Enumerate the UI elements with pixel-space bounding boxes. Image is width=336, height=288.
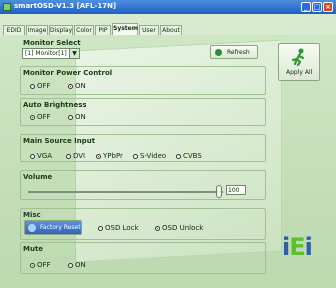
monitor-select-value: [1] Monitor[1]	[25, 50, 67, 57]
mute-group	[20, 242, 266, 274]
radio-dot	[133, 153, 138, 159]
source-svideo-radio[interactable]: S-Video	[133, 152, 166, 160]
auto-brightness-on-radio[interactable]: ON	[68, 113, 86, 121]
tab-color[interactable]: Color	[74, 25, 94, 35]
volume-slider-thumb[interactable]	[216, 185, 222, 198]
minimize-button[interactable]: _	[301, 2, 311, 12]
monitor-select-dropdown[interactable]: [1] Monitor[1] ▼	[22, 48, 80, 59]
mute-on-radio[interactable]: ON	[68, 261, 86, 269]
radio-dot	[66, 153, 71, 159]
radio-dot	[155, 225, 160, 231]
window-title: smartOSD-V1.3 [AFL-17N]	[14, 2, 117, 10]
close-button[interactable]: ×	[323, 2, 333, 12]
chevron-down-icon[interactable]: ▼	[69, 49, 79, 58]
radio-dot	[96, 153, 101, 159]
auto-brightness-group	[20, 98, 266, 126]
tab-image[interactable]: Image	[26, 25, 48, 35]
radio-dot	[30, 83, 35, 89]
apply-all-label: Apply All	[286, 69, 313, 76]
title-bar: smartOSD-V1.3 [AFL-17N] _ □ ×	[0, 0, 336, 14]
power-on-radio[interactable]: ON	[68, 82, 86, 90]
volume-slider-track[interactable]	[28, 191, 223, 193]
factory-reset-label: Factory Reset	[40, 224, 81, 231]
tab-pip[interactable]: PIP	[95, 25, 111, 35]
refresh-button[interactable]: Refresh	[210, 45, 258, 59]
power-off-radio[interactable]: OFF	[30, 82, 51, 90]
refresh-icon	[215, 49, 222, 56]
source-dvi-radio[interactable]: DVI	[66, 152, 85, 160]
factory-reset-button[interactable]: Factory Reset	[24, 220, 82, 235]
radio-dot	[30, 114, 35, 120]
radio-dot	[68, 83, 73, 89]
tab-display[interactable]: Display	[49, 25, 73, 35]
tab-user[interactable]: User	[139, 25, 159, 35]
osd-unlock-radio[interactable]: OSD Unlock	[155, 224, 203, 232]
volume-value-field[interactable]: 100	[226, 185, 246, 195]
radio-dot	[30, 262, 35, 268]
running-man-icon	[291, 48, 305, 66]
mute-off-radio[interactable]: OFF	[30, 261, 51, 269]
tab-edid[interactable]: EDID	[3, 25, 25, 35]
radio-dot	[176, 153, 181, 159]
osd-lock-radio[interactable]: OSD Lock	[98, 224, 139, 232]
monitor-power-group	[20, 66, 266, 95]
source-cvbs-radio[interactable]: CVBS	[176, 152, 202, 160]
app-icon	[3, 3, 11, 11]
auto-brightness-off-radio[interactable]: OFF	[30, 113, 51, 121]
maximize-button[interactable]: □	[312, 2, 322, 12]
iei-logo: iEi	[282, 233, 313, 261]
source-vga-radio[interactable]: VGA	[30, 152, 52, 160]
radio-dot	[68, 114, 73, 120]
source-ypbpr-radio[interactable]: YPbPr	[96, 152, 123, 160]
reset-icon	[28, 224, 36, 232]
apply-all-button[interactable]: Apply All	[278, 43, 320, 81]
tab-system[interactable]: System	[112, 23, 138, 35]
tab-about[interactable]: About	[160, 25, 182, 35]
refresh-label: Refresh	[227, 49, 250, 56]
radio-dot	[68, 262, 73, 268]
radio-dot	[98, 225, 103, 231]
monitor-select-label: Monitor Select	[23, 39, 81, 47]
radio-dot	[30, 153, 35, 159]
app-window: smartOSD-V1.3 [AFL-17N] _ □ × EDID Image…	[0, 0, 336, 288]
